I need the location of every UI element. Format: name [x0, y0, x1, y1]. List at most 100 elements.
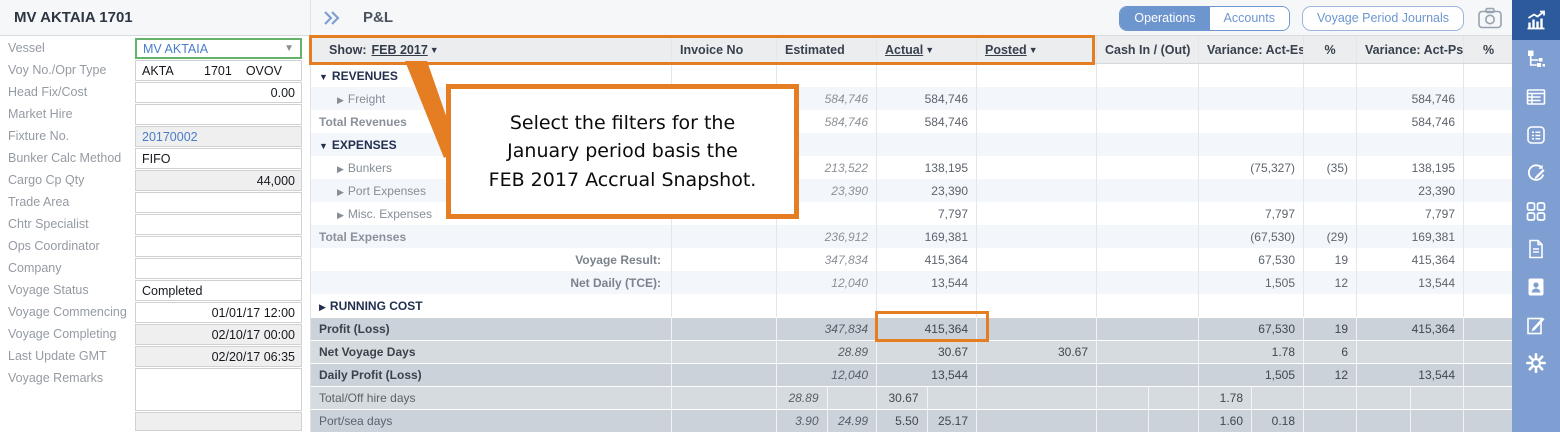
voy-no-opr-type-field[interactable]: AKTA1701OVOV	[135, 60, 302, 81]
row-label-port-sea-days: Port/sea days	[311, 410, 671, 432]
voyage-sidebar: MV AKTAIA 1701 VesselMV AKTAIA▼Voy No./O…	[0, 0, 310, 432]
blocks-icon	[1524, 199, 1548, 223]
expenses-pct-act-est	[1303, 133, 1356, 156]
expenses-actual	[876, 133, 976, 156]
last-update-gmt-field[interactable]: 02/20/17 06:35	[135, 346, 302, 367]
company-label: Company	[8, 261, 62, 275]
net-daily-tce-variance-act-pst: 13,544	[1356, 271, 1463, 294]
total-off-hire-days-actual: 30.67	[876, 387, 976, 409]
toolbar-notes-icon[interactable]	[1512, 306, 1560, 344]
row-total-off-hire-days: Total/Off hire days28.8930.671.78	[311, 386, 1513, 409]
daily-profit-loss-variance-act-est: 1,505	[1198, 364, 1303, 386]
revenues-pct-act-est	[1303, 64, 1356, 87]
total-expenses-variance-act-est: (67,530)	[1198, 225, 1303, 248]
accounts-button[interactable]: Accounts	[1210, 7, 1289, 30]
field-row-voyage-status: Voyage Status Completed	[0, 280, 310, 302]
row-label-net-voyage-days: Net Voyage Days	[311, 341, 671, 363]
voyage-result-variance-act-pst: 415,364	[1356, 248, 1463, 271]
settings-gear-icon	[1524, 351, 1548, 375]
profit-loss-invoice-no	[671, 318, 776, 340]
running-cost-invoice-no	[671, 294, 776, 317]
row-label-voyage-result: Voyage Result:	[311, 248, 671, 271]
toolbar-table-icon[interactable]	[1512, 78, 1560, 116]
view-mode-toggle: Operations Accounts	[1119, 6, 1290, 31]
vessel-field[interactable]: MV AKTAIA▼	[135, 38, 302, 59]
toolbar-checklist-icon[interactable]	[1512, 116, 1560, 154]
daily-profit-loss-cash-in-out	[1096, 364, 1198, 386]
profit-loss-variance-act-pst: 415,364	[1356, 318, 1463, 340]
snapshot-camera-icon[interactable]	[1476, 5, 1504, 31]
voyage-status-field[interactable]: Completed	[135, 280, 302, 301]
voyage-result-posted	[976, 248, 1096, 271]
voyage-commencing-field[interactable]: 01/01/17 12:00	[135, 302, 302, 323]
toolbar-pnl-chart-icon[interactable]	[1512, 0, 1560, 40]
voyage-completing-label: Voyage Completing	[8, 327, 116, 341]
field-row-voyage-completing: Voyage Completing 02/10/17 00:00	[0, 324, 310, 346]
market-hire-label: Market Hire	[8, 107, 73, 121]
total-off-hire-days-estimated: 28.89	[776, 387, 876, 409]
col-pct-act-est: %	[1303, 36, 1356, 63]
ops-coordinator-field[interactable]	[135, 236, 302, 257]
head-fix-cost-field[interactable]: 0.00	[135, 82, 302, 103]
voyage-period-journals-button[interactable]: Voyage Period Journals	[1302, 6, 1464, 31]
row-label-running-cost[interactable]: ▶RUNNING COST	[311, 294, 671, 317]
net-daily-tce-estimated: 12,040	[776, 271, 876, 294]
toolbar-itinerary-icon[interactable]	[1512, 40, 1560, 78]
net-voyage-days-posted: 30.67	[976, 341, 1096, 363]
field-row-bunker-calc-method: Bunker Calc MethodFIFO	[0, 148, 310, 170]
expenses-posted	[976, 133, 1096, 156]
fixture-no-field[interactable]: 20170002	[135, 126, 302, 147]
last-update-gmt-label: Last Update GMT	[8, 349, 107, 363]
field-row-last-update-gmt: Last Update GMT 02/20/17 06:35	[0, 346, 310, 368]
total-off-hire-days-pct-act-pst	[1463, 387, 1513, 409]
col-pct-act-pst: %	[1463, 36, 1513, 63]
voyage-status-label: Voyage Status	[8, 283, 89, 297]
voyage-remarks-label: Voyage Remarks	[8, 371, 103, 385]
net-voyage-days-cash-in-out	[1096, 341, 1198, 363]
col-cash-in-out: Cash In / (Out)	[1096, 36, 1198, 63]
net-voyage-days-pct-act-est: 6	[1303, 341, 1356, 363]
expenses-variance-act-est	[1198, 133, 1303, 156]
profit-loss-posted	[976, 318, 1096, 340]
voy-no-opr-type-label: Voy No./Opr Type	[8, 63, 106, 77]
document-icon	[1524, 237, 1548, 261]
row-voyage-result: Voyage Result:347,834415,36467,53019415,…	[311, 248, 1513, 271]
toolbar-blocks-icon[interactable]	[1512, 192, 1560, 230]
misc-expenses-cash-in-out	[1096, 202, 1198, 225]
col-actual[interactable]: Actual▼	[876, 36, 976, 63]
show-period-dropdown[interactable]: FEB 2017	[372, 43, 428, 57]
voyage-result-pct-act-pst	[1463, 248, 1513, 271]
port-expenses-posted	[976, 179, 1096, 202]
toolbar-document-icon[interactable]	[1512, 230, 1560, 268]
freight-actual: 584,746	[876, 87, 976, 110]
notes-icon	[1524, 313, 1548, 337]
chevron-down-icon: ▼	[925, 45, 934, 55]
company-field[interactable]	[135, 258, 302, 279]
row-port-sea-days: Port/sea days3.9024.995.5025.171.600.18	[311, 409, 1513, 432]
expand-icon: ▶	[337, 187, 344, 197]
toolbar-contact-card-icon[interactable]	[1512, 268, 1560, 306]
revenues-pct-act-pst	[1463, 64, 1513, 87]
annotation-line: FEB 2017 Accrual Snapshot.	[489, 166, 757, 195]
col-variance-act-est: Variance: Act-Est	[1198, 36, 1303, 63]
revenues-actual	[876, 64, 976, 87]
annotation-line: Select the filters for the	[510, 109, 735, 138]
voyage-remarks-field[interactable]	[135, 368, 302, 411]
trade-area-field[interactable]	[135, 192, 302, 213]
operations-button[interactable]: Operations	[1120, 7, 1209, 30]
bunker-calc-method-field[interactable]: FIFO	[135, 148, 302, 169]
port-sea-days-pct-act-pst	[1463, 410, 1513, 432]
market-hire-field[interactable]	[135, 104, 302, 125]
toolbar-refresh-edit-icon[interactable]	[1512, 154, 1560, 192]
expand-icon: ▶	[337, 210, 344, 220]
field-row-chtr-specialist: Chtr Specialist	[0, 214, 310, 236]
chtr-specialist-field[interactable]	[135, 214, 302, 235]
collapse-sidebar-icon[interactable]	[321, 8, 343, 28]
cargo-cp-qty-field[interactable]: 44,000	[135, 170, 302, 191]
daily-profit-loss-variance-act-pst: 13,544	[1356, 364, 1463, 386]
voyage-completing-field[interactable]: 02/10/17 00:00	[135, 324, 302, 345]
voy-no-opr-type-part-2: OVOV	[246, 64, 296, 78]
toolbar-settings-gear-icon[interactable]	[1512, 344, 1560, 382]
freight-pct-act-est	[1303, 87, 1356, 110]
col-posted[interactable]: Posted▼	[976, 36, 1096, 63]
